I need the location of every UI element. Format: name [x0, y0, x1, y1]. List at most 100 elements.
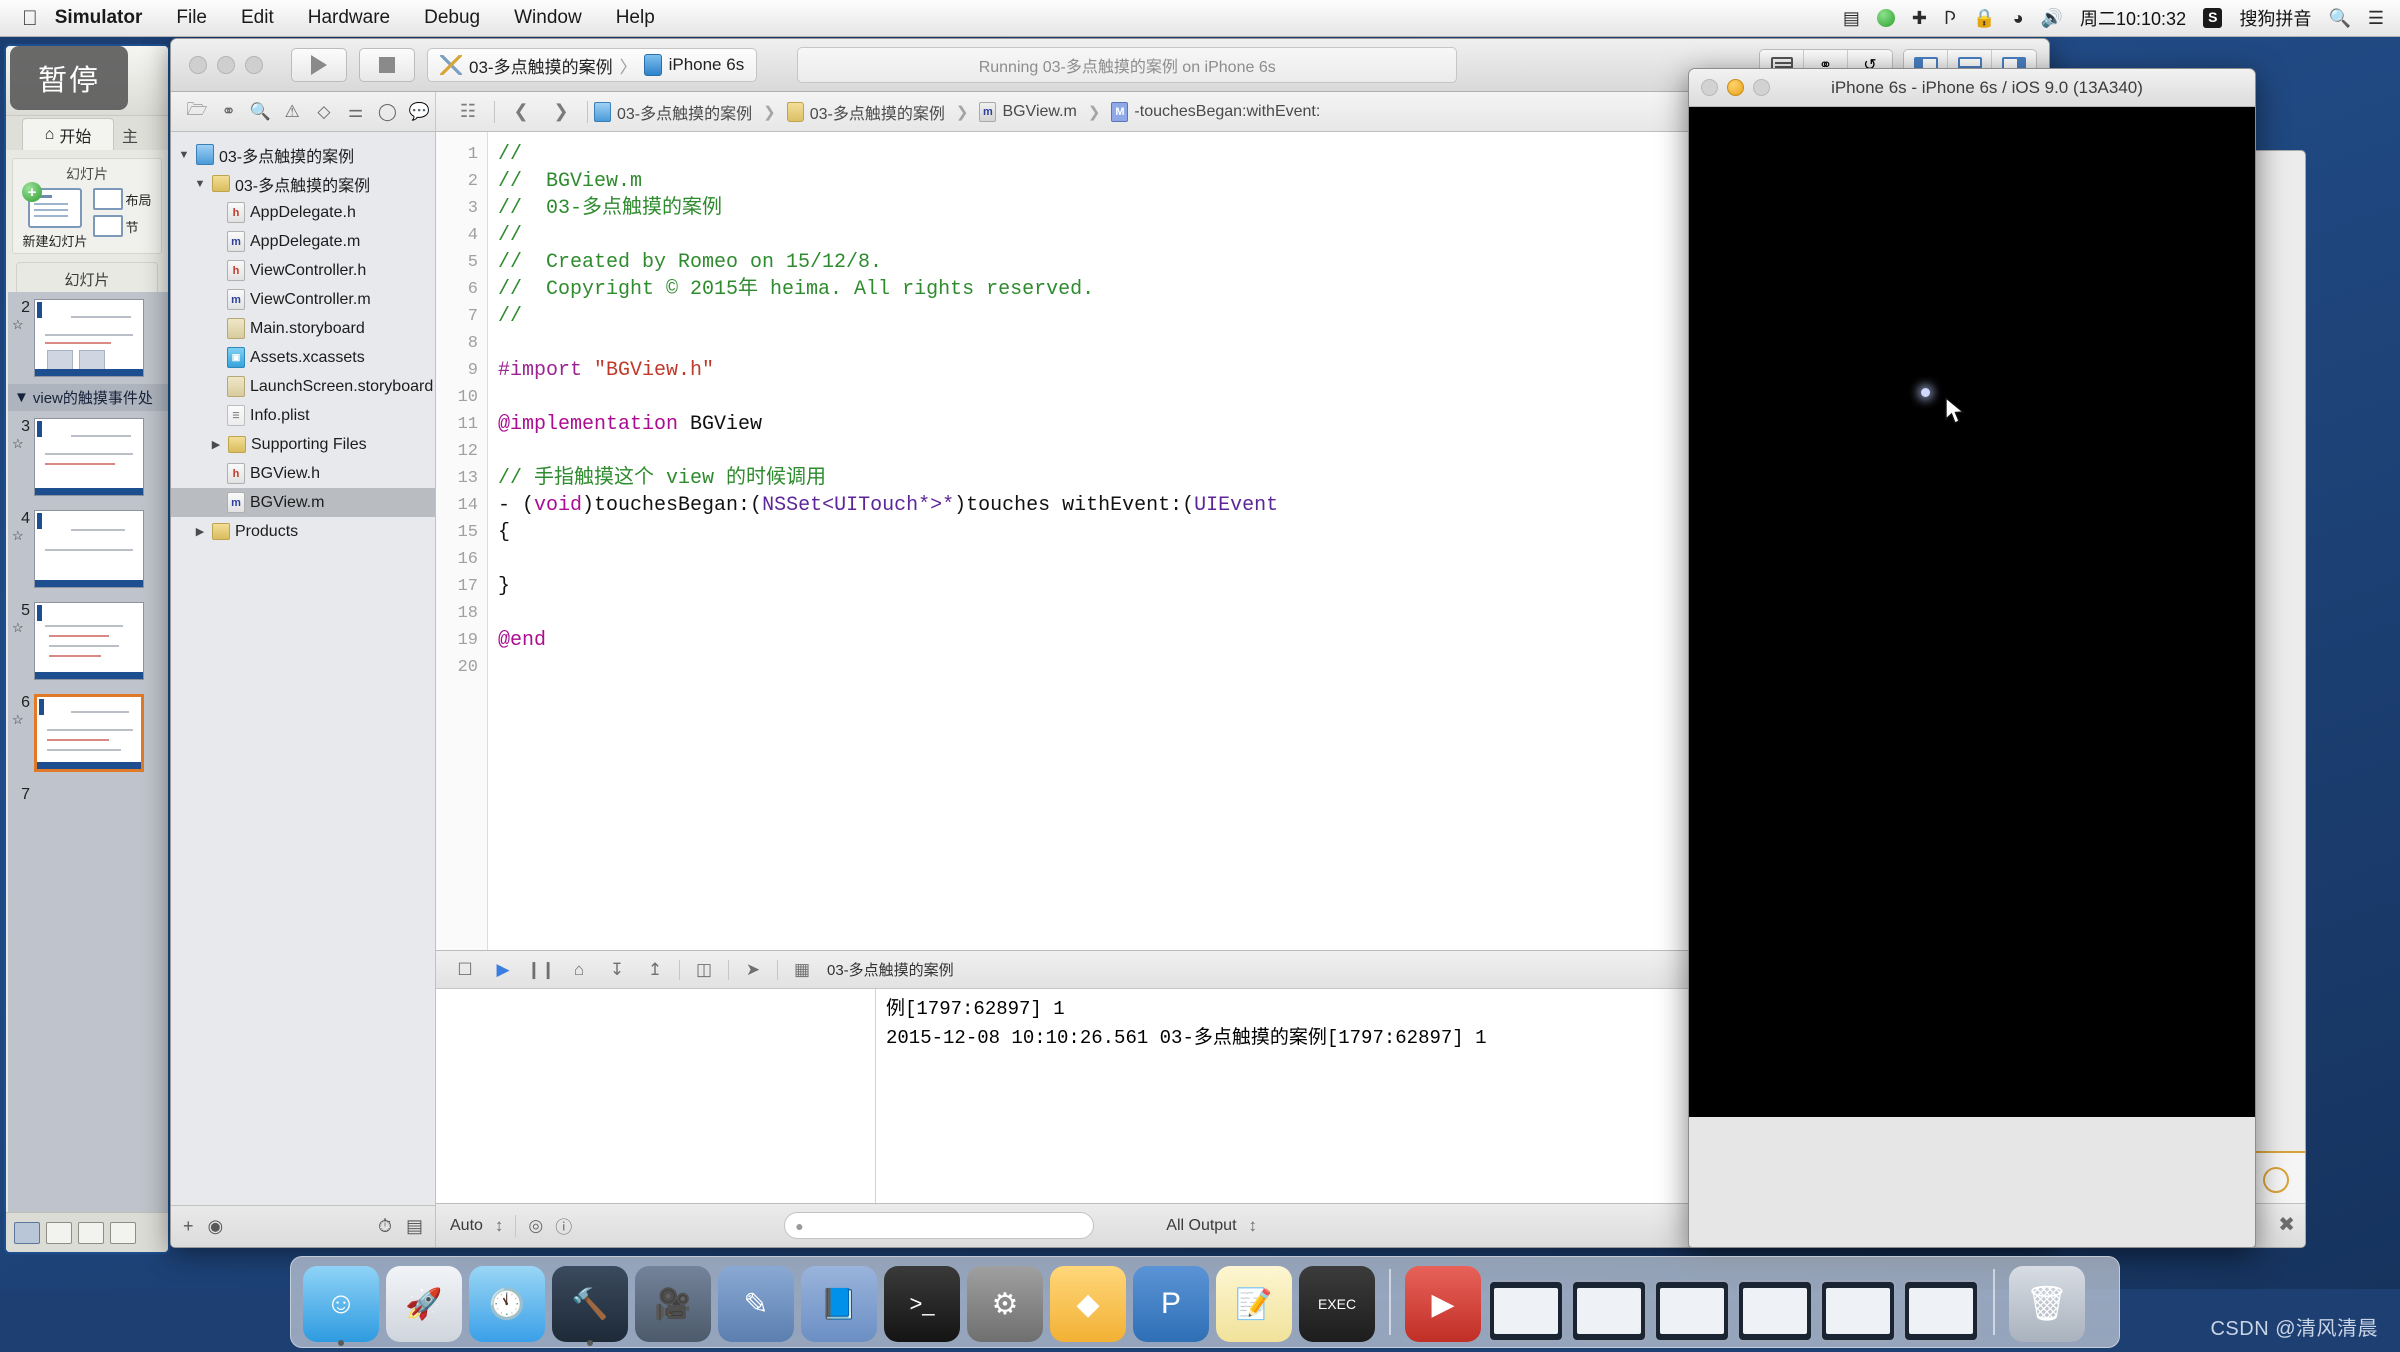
window-controls[interactable] — [189, 56, 263, 74]
layout-button[interactable]: 布局 — [92, 188, 152, 210]
list-item[interactable]: 5 ☆ — [8, 595, 168, 687]
branch-icon[interactable]: ⚭ — [213, 92, 245, 131]
simulator-screen[interactable] — [1689, 107, 2255, 1117]
keynote-icon[interactable]: P — [1133, 1266, 1209, 1342]
zoom-button[interactable] — [1753, 79, 1770, 96]
continue-icon[interactable]: ▶ — [484, 960, 522, 980]
breadcrumb[interactable]: 03-多点触摸的案例 ❯ 03-多点触摸的案例 ❯ m BGView.m ❯ M… — [594, 100, 1320, 124]
run-button[interactable] — [291, 48, 347, 82]
step-out-icon[interactable]: ↥ — [636, 960, 674, 980]
hide-debug-icon[interactable]: ☐ — [446, 960, 484, 980]
tree-item-bgview-m[interactable]: m BGView.m — [171, 488, 435, 517]
breadcrumb-method[interactable]: -touchesBegan:withEvent: — [1134, 103, 1320, 121]
close-button[interactable] — [1701, 79, 1718, 96]
slide-thumbnail[interactable] — [34, 418, 144, 496]
tree-item-launchscreen[interactable]: LaunchScreen.storyboard — [171, 372, 435, 401]
disclosure-triangle-icon[interactable]: ▶ — [193, 525, 207, 538]
tree-item-supporting-files[interactable]: ▶ Supporting Files — [171, 430, 435, 459]
tree-item-products[interactable]: ▶ Products — [171, 517, 435, 546]
tab-insert[interactable]: 主 — [122, 123, 138, 147]
list-item[interactable]: 3 ☆ — [8, 411, 168, 503]
tree-item-assets[interactable]: ▣ Assets.xcassets — [171, 343, 435, 372]
tree-item-main-storyboard[interactable]: Main.storyboard — [171, 314, 435, 343]
project-file-tree[interactable]: ▼ 03-多点触摸的案例 ▼ 03-多点触摸的案例 h AppDelegate.… — [171, 132, 435, 1205]
safari-icon[interactable]: 🕚 — [469, 1266, 545, 1342]
related-items-icon[interactable]: ☷ — [448, 101, 488, 122]
disclosure-triangle-icon[interactable]: ▶ — [209, 438, 223, 451]
debug-process-label[interactable]: 03-多点触摸的案例 — [827, 959, 954, 980]
view-reading-icon[interactable] — [78, 1221, 104, 1244]
recent-icon[interactable]: ⏱ — [378, 1216, 392, 1237]
minimized-window[interactable] — [1903, 1280, 1979, 1342]
tree-item-viewcontroller-m[interactable]: m ViewController.m — [171, 285, 435, 314]
pause-icon[interactable]: ❙❙ — [522, 960, 560, 980]
airplane-icon[interactable]: ✚ — [1912, 9, 1927, 27]
simulator-title-bar[interactable]: iPhone 6s - iPhone 6s / iOS 9.0 (13A340) — [1689, 69, 2255, 107]
close-button[interactable] — [189, 56, 207, 74]
ppt-outline-section[interactable]: ▼ view的触摸事件处 — [8, 384, 168, 411]
tree-item-bgview-h[interactable]: h BGView.h — [171, 459, 435, 488]
breadcrumb-project[interactable]: 03-多点触摸的案例 — [617, 100, 752, 124]
chevron-left-icon[interactable]: ❮ — [501, 101, 541, 122]
view-hierarchy-icon[interactable]: ◫ — [685, 960, 723, 980]
xcode-icon[interactable]: 🔨 — [552, 1266, 628, 1346]
folder-icon[interactable]: 🗁 — [181, 92, 213, 131]
view-slideshow-icon[interactable] — [110, 1221, 136, 1244]
view-sorter-icon[interactable] — [46, 1221, 72, 1244]
tree-item-appdelegate-h[interactable]: h AppDelegate.h — [171, 198, 435, 227]
editor-icon[interactable]: ✎ — [718, 1266, 794, 1342]
process-icon[interactable]: ▦ — [783, 960, 821, 980]
tab-home[interactable]: ⌂ 开始 — [22, 118, 114, 150]
menu-item-simulator[interactable]: Simulator — [38, 7, 160, 29]
bluetooth-icon[interactable]: 𐌐 — [1944, 9, 1956, 27]
warning-icon[interactable]: ⚠ — [276, 92, 308, 131]
ppt-slide-navigator[interactable]: 2 ☆ ▼ view的触摸事件处 3 ☆ 4 ☆ 5 ☆ 6 ☆ 7 — [8, 292, 168, 1252]
script-editor-icon[interactable]: EXEC — [1299, 1266, 1375, 1342]
system-preferences-icon[interactable]: ⚙ — [967, 1266, 1043, 1342]
minimize-button[interactable] — [1727, 79, 1744, 96]
minimized-window[interactable] — [1488, 1280, 1564, 1342]
minimize-button[interactable] — [217, 56, 235, 74]
stop-button[interactable] — [359, 48, 415, 82]
menu-item-debug[interactable]: Debug — [407, 7, 497, 29]
trash-icon[interactable]: 🗑 — [2009, 1266, 2085, 1342]
quicktime-icon[interactable]: 🎥 — [635, 1266, 711, 1342]
disclosure-triangle-icon[interactable]: ▼ — [177, 149, 191, 161]
target-icon[interactable]: ◎ — [528, 1216, 543, 1236]
breadcrumb-file[interactable]: BGView.m — [1002, 103, 1076, 121]
slide-thumbnail-selected[interactable] — [34, 694, 144, 772]
project-navigator[interactable]: ▼ 03-多点触摸的案例 ▼ 03-多点触摸的案例 h AppDelegate.… — [171, 132, 436, 1247]
search-icon[interactable]: 🔍 — [245, 92, 277, 131]
finder-icon[interactable]: ☺ — [303, 1266, 379, 1346]
notes-icon[interactable]: 📝 — [1216, 1266, 1292, 1342]
variables-view[interactable] — [436, 989, 876, 1203]
close-icon[interactable]: ✖ — [2278, 1212, 2295, 1237]
auto-label[interactable]: Auto — [450, 1217, 483, 1235]
step-into-icon[interactable]: ↧ — [598, 960, 636, 980]
filter-icon[interactable]: ◉ — [208, 1216, 224, 1237]
minimized-window[interactable] — [1571, 1280, 1647, 1342]
tree-item-project[interactable]: ▼ 03-多点触摸的案例 — [171, 140, 435, 169]
media-player-icon[interactable]: ▶ — [1405, 1266, 1481, 1342]
minimized-window[interactable] — [1654, 1280, 1730, 1342]
variables-filter-input[interactable]: ● — [784, 1212, 1095, 1239]
slide-thumbnail[interactable] — [34, 510, 144, 588]
terminal-icon[interactable]: >_ — [884, 1266, 960, 1342]
wifi-icon[interactable]: ◕ — [2013, 9, 2024, 27]
disclosure-triangle-icon[interactable]: ▼ — [193, 178, 207, 190]
test-icon[interactable]: ⚌ — [340, 92, 372, 131]
slide-thumbnail[interactable] — [34, 602, 144, 680]
menu-item-help[interactable]: Help — [599, 7, 672, 29]
section-button[interactable]: 节 — [92, 215, 152, 237]
minimized-window[interactable] — [1820, 1280, 1896, 1342]
minimized-window[interactable] — [1737, 1280, 1813, 1342]
list-item[interactable]: 4 ☆ — [8, 503, 168, 595]
menu-item-file[interactable]: File — [159, 7, 224, 29]
list-item[interactable]: 6 ☆ — [8, 687, 168, 779]
breadcrumb-group[interactable]: 03-多点触摸的案例 — [810, 100, 945, 124]
step-over-icon[interactable]: ⌂ — [560, 960, 598, 980]
chevron-right-icon[interactable]: ❯ — [541, 101, 581, 122]
scheme-selector[interactable]: 03-多点触摸的案例 〉 iPhone 6s — [427, 48, 758, 82]
tag-icon[interactable]: ◯ — [372, 92, 404, 131]
updown-chevron-icon[interactable]: ↕ — [495, 1216, 504, 1236]
